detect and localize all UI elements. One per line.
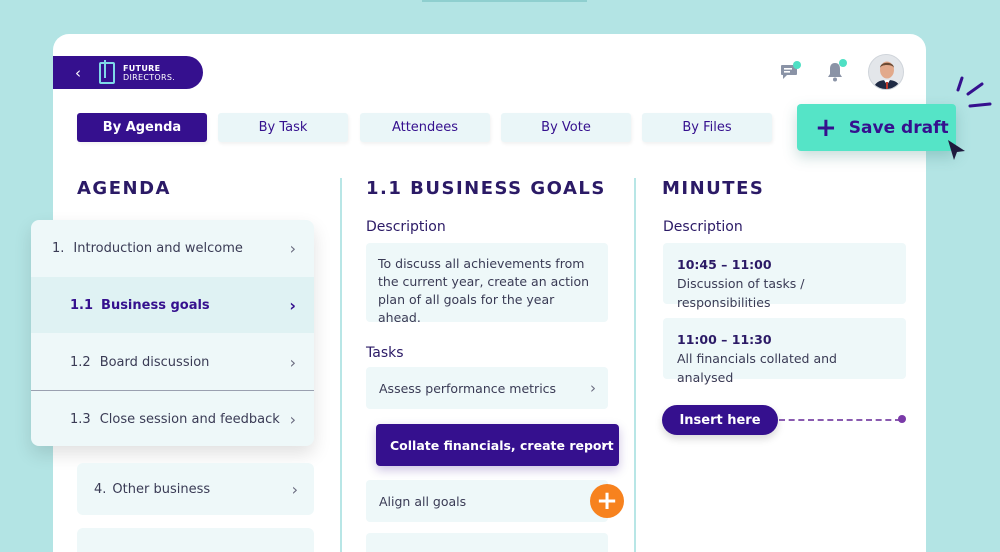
agenda-item-label: Other business (112, 481, 211, 497)
minutes-entry[interactable]: 10:45 – 11:00 Discussion of tasks / resp… (663, 243, 906, 310)
tasks-label: Tasks (366, 345, 404, 361)
minutes-description-label: Description (663, 219, 743, 235)
tab-by-agenda[interactable]: By Agenda (77, 113, 207, 142)
bell-notification-dot (839, 59, 847, 67)
agenda-item-label: Close session and feedback (99, 411, 280, 427)
top-divider (422, 0, 587, 2)
agenda-item-number: 1.1 (70, 297, 94, 313)
minutes-time: 10:45 – 11:00 (677, 257, 772, 272)
insert-here-button[interactable]: Insert here (662, 405, 778, 435)
agenda-item-other-business[interactable]: 4. Other business › (77, 463, 314, 515)
add-task-button[interactable]: + (590, 484, 624, 518)
agenda-item-business-goals[interactable]: 1.1 Business goals › (31, 277, 314, 333)
agenda-item-label: Board discussion (99, 354, 210, 370)
agenda-item-label: Introduction and welcome (73, 240, 243, 256)
description-label: Description (366, 219, 446, 235)
agenda-item-partial (77, 528, 314, 552)
mouse-cursor-icon (948, 140, 965, 160)
chevron-right-icon: › (289, 238, 296, 258)
insert-connector-dot[interactable] (898, 415, 906, 423)
task-partial (366, 533, 608, 552)
chevron-right-icon: › (289, 352, 296, 372)
goal-description: To discuss all achievements from the cur… (366, 243, 608, 325)
avatar[interactable] (868, 54, 904, 90)
tab-attendees[interactable]: Attendees (360, 113, 490, 142)
chevron-right-icon: › (590, 379, 596, 397)
chevron-left-icon[interactable]: ‹ (75, 64, 89, 82)
save-draft-button[interactable]: + Save draft (797, 104, 956, 151)
agenda-item-number: 1. (52, 240, 65, 256)
brand-line2: DIRECTORS. (123, 72, 176, 82)
task-align-goals[interactable]: Align all goals (366, 480, 608, 522)
column-divider (634, 178, 636, 552)
minutes-text: Discussion of tasks / responsibilities (677, 276, 805, 310)
agenda-item-number: 1.2 (70, 354, 91, 370)
plus-icon: + (815, 112, 837, 143)
column-divider (340, 178, 342, 552)
minutes-time: 11:00 – 11:30 (677, 332, 772, 347)
agenda-item-introduction[interactable]: 1. Introduction and welcome › (31, 220, 314, 276)
save-draft-label: Save draft (848, 117, 949, 138)
chevron-right-icon: › (600, 436, 607, 454)
agenda-item-number: 4. (94, 481, 107, 497)
minutes-text: All financials collated and analysed (677, 351, 837, 385)
agenda-item-label: Business goals (101, 297, 210, 313)
chevron-right-icon: › (289, 295, 296, 315)
message-notification-dot (793, 61, 801, 69)
tab-by-vote[interactable]: By Vote (501, 113, 631, 142)
minutes-entry[interactable]: 11:00 – 11:30 All financials collated an… (663, 318, 906, 385)
agenda-list: 1. Introduction and welcome › 1.1 Busine… (31, 220, 314, 446)
chevron-right-icon: › (289, 409, 296, 429)
brand-logo: FUTURE DIRECTORS. (123, 64, 175, 82)
agenda-heading: AGENDA (77, 178, 171, 199)
business-goals-heading: 1.1 BUSINESS GOALS (366, 178, 606, 199)
task-label: Collate financials, create report (390, 437, 614, 453)
insert-connector-line (779, 419, 901, 421)
task-label: Align all goals (379, 493, 467, 509)
minutes-heading: MINUTES (662, 178, 765, 199)
brand-line1: FUTURE (123, 63, 161, 73)
plus-icon: + (596, 486, 618, 516)
task-assess-metrics[interactable]: Assess performance metrics › (366, 367, 608, 409)
agenda-item-number: 1.3 (70, 411, 91, 427)
task-collate-financials[interactable]: Collate financials, create report › (376, 424, 619, 466)
agenda-item-board-discussion[interactable]: 1.2 Board discussion › (31, 334, 314, 390)
task-label: Assess performance metrics (379, 380, 557, 396)
tab-by-task[interactable]: By Task (218, 113, 348, 142)
sparkle-lines-icon (956, 76, 992, 108)
brand-pill[interactable]: ‹ FUTURE DIRECTORS. (53, 56, 203, 89)
chevron-right-icon: › (291, 479, 298, 499)
logo-mark-icon (99, 59, 115, 84)
tab-by-files[interactable]: By Files (642, 113, 772, 142)
agenda-item-close-session[interactable]: 1.3 Close session and feedback › (31, 391, 314, 446)
